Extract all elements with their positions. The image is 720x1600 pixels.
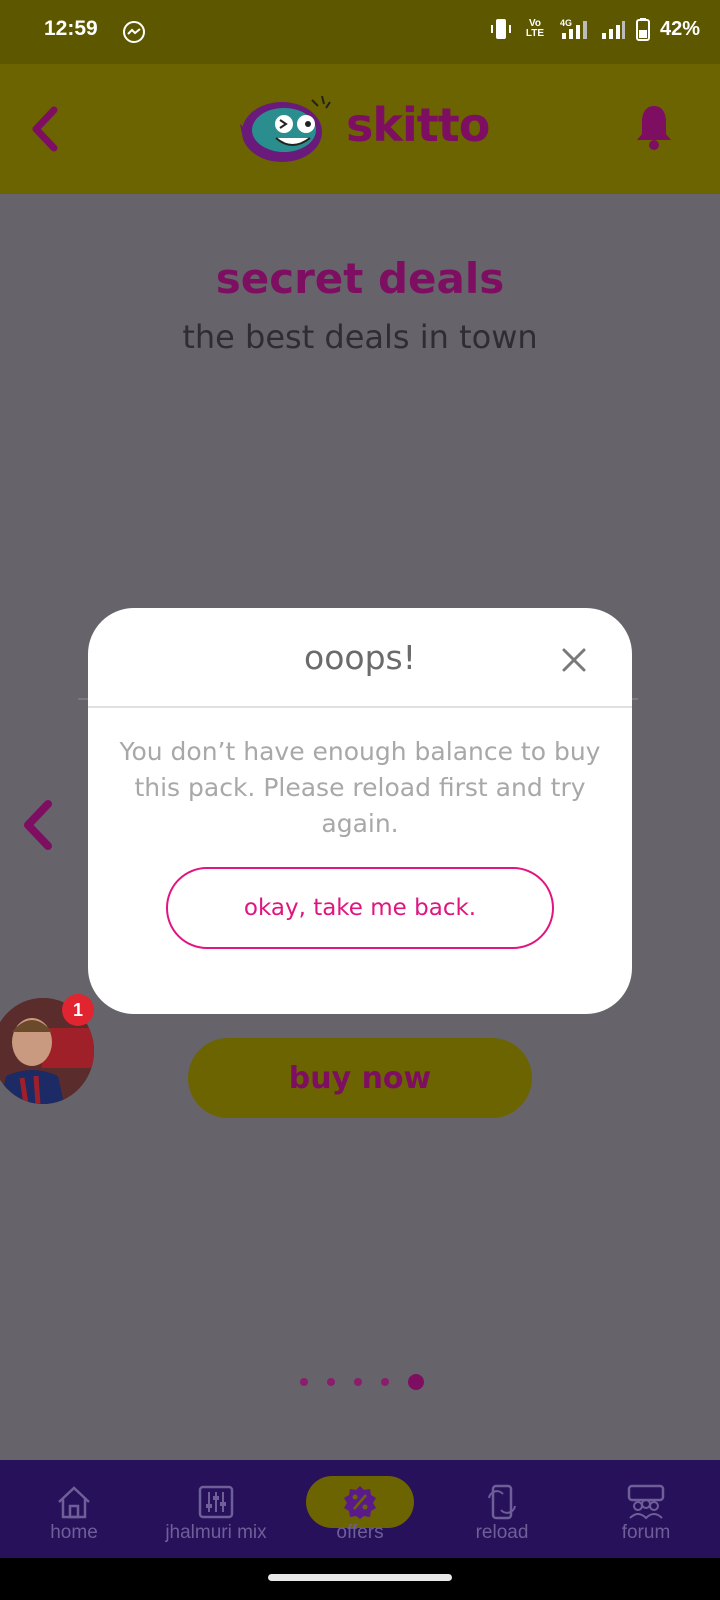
dialog-title: ooops!	[304, 638, 416, 677]
signal-4g-icon: 4G	[560, 18, 587, 39]
nav-label-jhalmuri-mix: jhalmuri mix	[165, 1522, 267, 1543]
network-label: 4G	[560, 18, 572, 28]
page-subtitle: the best deals in town	[182, 318, 538, 356]
bell-icon[interactable]	[634, 102, 674, 150]
brand-name: skitto	[346, 98, 490, 152]
sliders-icon	[198, 1485, 234, 1519]
nav-forum[interactable]: forum	[576, 1460, 716, 1558]
vibrate-icon	[490, 19, 511, 39]
nav-home[interactable]: home	[4, 1460, 144, 1558]
nav-label-reload: reload	[475, 1522, 529, 1543]
carousel-dot-active[interactable]	[408, 1374, 424, 1390]
signal-icon	[601, 21, 625, 39]
notification-badge: 1	[62, 994, 94, 1026]
app-bar: skitto	[0, 64, 720, 194]
carousel-dot[interactable]	[381, 1378, 389, 1386]
home-icon	[58, 1486, 90, 1519]
phone-reload-icon	[488, 1484, 516, 1520]
carousel-dot[interactable]	[354, 1378, 362, 1386]
carousel-dot[interactable]	[327, 1378, 335, 1386]
status-bar: 12:59 Vo LTE 4G 42%	[0, 0, 720, 64]
skitto-logo: skitto	[240, 92, 490, 172]
battery-percent: 42%	[659, 17, 700, 40]
dialog-divider	[88, 706, 632, 708]
bottom-nav: home jhalmuri mix offers reload forum	[0, 1460, 720, 1558]
nav-reload[interactable]: reload	[432, 1460, 572, 1558]
take-me-back-button[interactable]: okay, take me back.	[166, 867, 554, 949]
volte-indicator: Vo LTE	[525, 18, 545, 39]
nav-offers[interactable]: offers	[290, 1460, 430, 1558]
home-indicator[interactable]	[268, 1574, 452, 1581]
status-time: 12:59	[44, 17, 98, 40]
mascot-icon	[240, 95, 331, 162]
percent-badge-icon	[344, 1486, 376, 1519]
battery-icon	[635, 18, 650, 41]
carousel-dot[interactable]	[300, 1378, 308, 1386]
dialog-message: You don’t have enough balance to buy thi…	[119, 737, 601, 838]
nav-jhalmuri-mix[interactable]: jhalmuri mix	[146, 1460, 286, 1558]
buy-now-button[interactable]: buy now	[188, 1038, 532, 1118]
page-title: secret deals	[215, 254, 505, 303]
nav-label-forum: forum	[621, 1522, 671, 1543]
insufficient-balance-dialog: ooops! You don’t have enough balance to …	[88, 608, 632, 1014]
carousel-indicator	[300, 1374, 424, 1390]
system-nav-bar	[0, 1558, 720, 1600]
forum-icon	[627, 1484, 665, 1520]
nav-label-home: home	[50, 1522, 98, 1543]
messenger-icon	[123, 21, 145, 43]
carousel-prev-icon[interactable]	[18, 798, 58, 852]
close-icon[interactable]	[558, 644, 590, 676]
chevron-left-icon[interactable]	[28, 104, 62, 154]
nav-label-offers: offers	[336, 1522, 384, 1543]
